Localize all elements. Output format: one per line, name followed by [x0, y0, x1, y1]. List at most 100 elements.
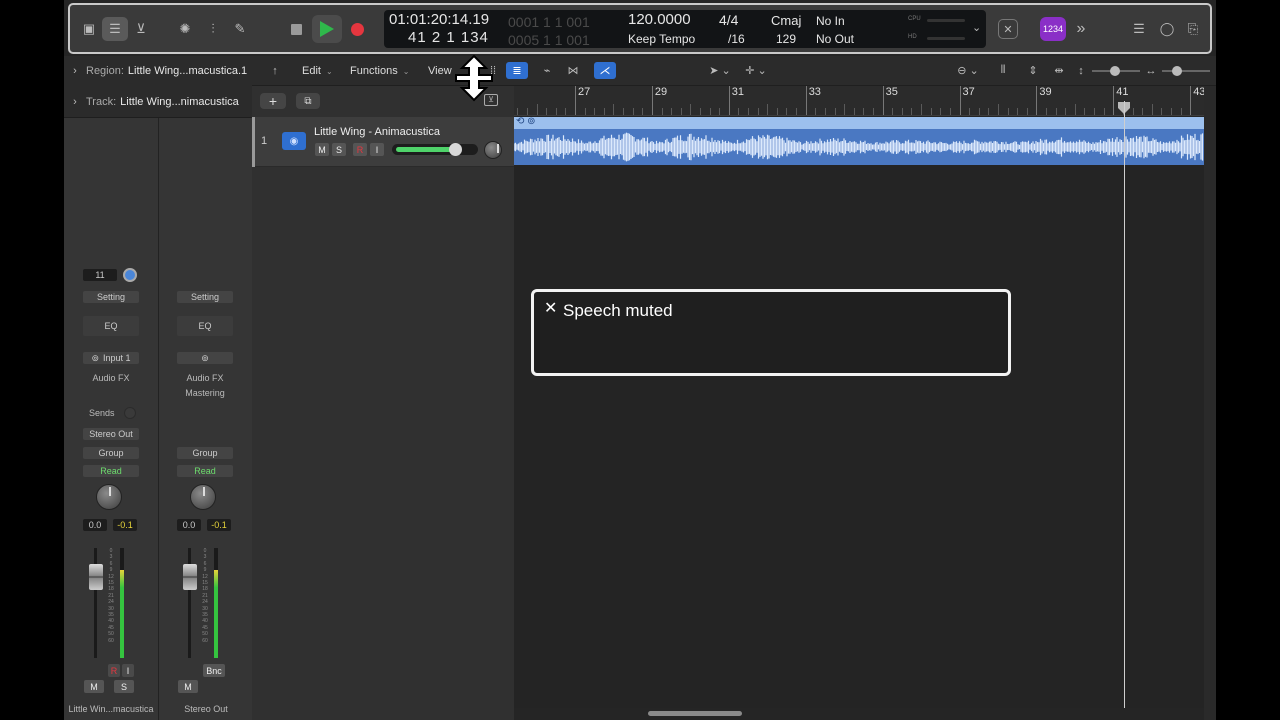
lcd-chevron-down-icon[interactable]: ⌄	[972, 21, 981, 34]
pan-knob[interactable]	[96, 484, 122, 510]
ruler-bar-tick	[1190, 86, 1192, 115]
channel-name: Stereo Out	[184, 704, 228, 714]
cpu-meter	[927, 19, 965, 22]
peak-value[interactable]: -0.1	[207, 519, 231, 531]
input-monitoring-button[interactable]: I	[122, 664, 134, 677]
browsers-icon[interactable]: ⎘	[1180, 17, 1206, 41]
ruler-beat-tick	[834, 108, 836, 115]
tracks-workspace[interactable]	[514, 117, 1204, 708]
volume-value[interactable]: 0.0	[83, 519, 107, 531]
ruler-bar-tick	[959, 86, 961, 115]
channel-number[interactable]: 11	[83, 269, 117, 281]
track-input-button[interactable]: I	[370, 143, 384, 156]
duplicate-track-button[interactable]: ⧉	[296, 93, 320, 109]
mute-button[interactable]: M	[178, 680, 198, 693]
inspector-icon[interactable]: ☰	[102, 17, 128, 41]
list-editors-icon[interactable]: ☰	[1126, 17, 1152, 41]
volume-fader[interactable]	[89, 564, 103, 590]
vertical-zoom-icon[interactable]: ⇕	[1022, 62, 1044, 79]
vertical-scrollbar[interactable]	[1204, 86, 1216, 720]
record-enable-button[interactable]: R	[108, 664, 120, 677]
count-in-button[interactable]: 1234	[1040, 17, 1066, 41]
bar-ruler[interactable]: 27 29 31 33 35 37 39 41 43	[514, 86, 1205, 116]
ruler-beat-tick	[1065, 108, 1067, 115]
stop-button[interactable]	[281, 15, 311, 43]
automation-mode[interactable]: Read	[83, 465, 139, 477]
ruler-beat-tick	[603, 108, 605, 115]
hd-label: HD	[908, 34, 917, 40]
bounce-button[interactable]: Bnc	[203, 664, 225, 677]
lcd-display[interactable]: 01:01:20:14.19 41 2 1 134 0001 1 1 001 0…	[384, 10, 986, 48]
catch-playhead-icon[interactable]: ≣	[506, 62, 528, 79]
setting-button[interactable]: Setting	[177, 291, 233, 303]
automation-icon[interactable]: ⌁	[536, 62, 558, 79]
track-header[interactable]: 1 ◉ Little Wing - Animacustica M S R I	[252, 117, 514, 167]
play-button[interactable]	[312, 15, 342, 43]
volume-value[interactable]: 0.0	[177, 519, 201, 531]
group-slot[interactable]: Group	[83, 447, 139, 459]
horizontal-scrollbar[interactable]	[648, 711, 742, 716]
pointer-tool-icon[interactable]: ➤ ⌄	[702, 62, 738, 79]
mute-button[interactable]: M	[84, 680, 104, 693]
smart-controls-icon[interactable]: ✺	[172, 17, 198, 41]
secondary-tool-icon[interactable]: ✛ ⌄	[738, 62, 774, 79]
eq-button[interactable]: EQ	[177, 316, 233, 336]
download-icon[interactable]: ⊻	[128, 17, 154, 41]
horizontal-zoom-slider-icon: ↔	[1145, 64, 1157, 77]
plus-icon: +	[268, 93, 278, 109]
playhead[interactable]	[1124, 101, 1125, 708]
track-pan-knob[interactable]	[484, 141, 502, 159]
meter-scale-label: 60	[202, 637, 208, 644]
mastering-plugin-slot[interactable]: Mastering	[177, 388, 233, 398]
ruler-beat-tick	[1161, 108, 1163, 115]
horizontal-fit-icon[interactable]: ⇹	[1048, 62, 1070, 79]
key-number: 129	[776, 32, 797, 46]
view-menu[interactable]: View	[428, 63, 452, 79]
record-button[interactable]	[342, 15, 372, 43]
link-button[interactable]: ⊚	[177, 352, 233, 364]
ruler-beat-tick	[988, 108, 990, 115]
track-mute-button[interactable]: M	[315, 143, 329, 156]
notepad-icon[interactable]: ◯	[1154, 17, 1180, 41]
horizontal-zoom-slider[interactable]	[1162, 66, 1210, 76]
track-name[interactable]: Little Wing - Animacustica	[314, 126, 440, 138]
flex-icon[interactable]: ⋈	[562, 62, 584, 79]
snap-icon[interactable]: ⋌	[594, 62, 616, 79]
mixer-icon[interactable]: ⫶	[200, 17, 226, 41]
meter-scale: 0 3 6 9 12 15 18 21 24 30 35 40 45 50 60	[200, 548, 210, 644]
add-track-button[interactable]: +	[260, 93, 286, 109]
track-volume-slider[interactable]	[392, 143, 478, 156]
input-monitor-knob[interactable]	[123, 268, 137, 282]
close-icon[interactable]: ✕	[544, 298, 557, 318]
audio-fx-slot[interactable]: Audio FX	[177, 373, 233, 383]
automation-mode[interactable]: Read	[177, 465, 233, 477]
more-chevron-icon[interactable]: »	[1068, 17, 1094, 41]
audio-fx-slot[interactable]: Audio FX	[83, 373, 139, 383]
eq-button[interactable]: EQ	[83, 316, 139, 336]
ruler-beat-tick	[1180, 108, 1182, 115]
pan-knob[interactable]	[190, 484, 216, 510]
vertical-zoom-slider[interactable]	[1092, 66, 1140, 76]
functions-menu[interactable]: Functions ⌄	[350, 63, 409, 79]
audio-region[interactable]: ⟲ ⊚	[514, 116, 1204, 165]
back-arrow-icon[interactable]: ↑	[264, 62, 286, 79]
track-inspector-header[interactable]: › Track: Little Wing...nimacustica	[64, 87, 252, 117]
peak-value[interactable]: -0.1	[113, 519, 137, 531]
editor-icon[interactable]: ✎	[227, 17, 253, 41]
setting-button[interactable]: Setting	[83, 291, 139, 303]
input-slot[interactable]: ⊚ Input 1	[83, 352, 139, 364]
solo-button[interactable]: S	[114, 680, 134, 693]
track-solo-button[interactable]: S	[332, 143, 346, 156]
edit-menu[interactable]: Edit ⌄	[302, 63, 333, 79]
output-slot[interactable]: Stereo Out	[83, 428, 139, 440]
smart-tempo-icon[interactable]: ⊖ ⌄	[952, 62, 984, 79]
region-inspector-header[interactable]: › Region: Little Wing...macustica.1	[64, 56, 252, 86]
track-record-button[interactable]: R	[353, 143, 367, 156]
ruler-beat-tick	[1017, 108, 1019, 115]
library-icon[interactable]: ▣	[76, 17, 102, 41]
close-project-icon[interactable]: ✕	[998, 19, 1018, 39]
volume-fader[interactable]	[183, 564, 197, 590]
waveform-zoom-icon[interactable]: ⫴	[992, 62, 1014, 79]
group-slot[interactable]: Group	[177, 447, 233, 459]
sends-label[interactable]: Sends	[83, 408, 123, 418]
